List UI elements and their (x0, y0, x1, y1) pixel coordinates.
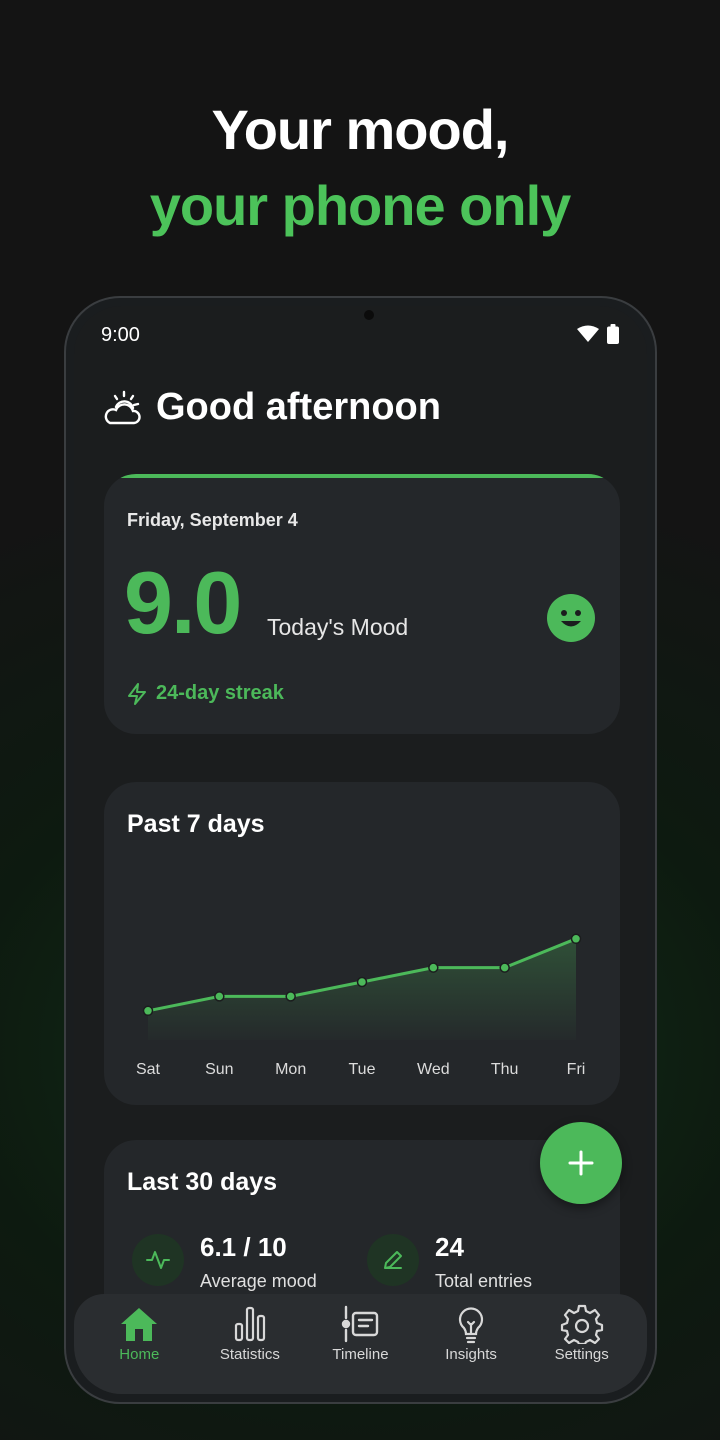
gear-icon (560, 1304, 603, 1344)
today-mood-card[interactable]: Friday, September 4 9.0 Today's Mood 24-… (104, 474, 620, 734)
partly-cloudy-icon (104, 390, 141, 424)
greeting: Good afternoon (102, 386, 441, 429)
activity-icon (132, 1234, 184, 1286)
nav-home-label: Home (119, 1346, 160, 1363)
chart-point-thu (499, 962, 510, 973)
average-mood-value: 6.1 / 10 (200, 1232, 287, 1262)
streak: 24-day streak (126, 682, 284, 705)
nav-timeline-label: Timeline (332, 1346, 389, 1363)
greeting-text: Good afternoon (156, 386, 441, 428)
plus-icon (568, 1150, 594, 1176)
chart-area-fill (148, 938, 576, 1040)
bottom-navigation: Home Statistics Timeline Insights Settin… (74, 1294, 647, 1394)
mood-value: 9.0 (124, 553, 242, 652)
x-tick-label-tue: Tue (349, 1061, 376, 1078)
x-tick-label-mon: Mon (275, 1061, 306, 1078)
total-entries-value: 24 (435, 1232, 464, 1262)
mood-label: Today's Mood (267, 614, 409, 640)
chart-point-fri (570, 933, 582, 945)
nav-settings-label: Settings (554, 1346, 609, 1363)
nav-statistics-label: Statistics (219, 1346, 280, 1363)
lightning-icon (128, 682, 146, 705)
add-entry-button[interactable] (540, 1122, 622, 1204)
chart-point-wed (428, 962, 439, 973)
total-entries-stat: 24 Total entries (367, 1230, 532, 1292)
timeline-icon (342, 1305, 379, 1343)
nav-home[interactable]: Home (89, 1304, 189, 1394)
average-mood-stat: 6.1 / 10 Average mood (132, 1230, 317, 1292)
x-tick-label-sun: Sun (205, 1061, 233, 1078)
wifi-icon (577, 325, 599, 342)
promo-headline: Your mood, your phone only (0, 92, 720, 244)
x-tick-label-fri: Fri (567, 1061, 586, 1078)
headline-line-2: your phone only (149, 174, 572, 237)
status-icons (577, 324, 619, 344)
nav-settings[interactable]: Settings (532, 1304, 632, 1394)
camera-cutout (364, 310, 374, 320)
bar-chart-icon (234, 1306, 265, 1342)
pencil-icon (367, 1234, 419, 1286)
headline-line-1: Your mood, (211, 98, 510, 161)
month-card-title: Last 30 days (127, 1168, 278, 1196)
status-time: 9:00 (101, 324, 140, 346)
lightbulb-icon (459, 1307, 484, 1344)
battery-icon (607, 324, 619, 344)
x-tick-label-wed: Wed (417, 1061, 450, 1078)
smiley-face-icon (547, 594, 595, 642)
streak-text: 24-day streak (156, 682, 284, 704)
phone-frame: 9:00 Good afternoon Friday, September 4 … (64, 296, 657, 1404)
nav-insights-label: Insights (445, 1346, 497, 1363)
chart-point-mon (285, 991, 296, 1002)
x-tick-label-thu: Thu (491, 1061, 519, 1078)
card-accent-line (104, 474, 620, 478)
past-7-days-card[interactable]: Past 7 days Sat Sun Mon Tue Wed Thu Fri (104, 782, 620, 1105)
chart-point-sat (142, 1005, 154, 1017)
nav-insights[interactable]: Insights (421, 1304, 521, 1394)
average-mood-label: Average mood (200, 1271, 317, 1291)
home-icon (121, 1308, 158, 1341)
chart-point-tue (356, 976, 368, 988)
chart-point-sun (214, 991, 225, 1002)
mood-line-chart: Sat Sun Mon Tue Wed Thu Fri (136, 933, 586, 1078)
total-entries-label: Total entries (435, 1271, 533, 1291)
x-tick-label-sat: Sat (136, 1061, 161, 1078)
nav-statistics[interactable]: Statistics (200, 1304, 300, 1394)
today-date: Friday, September 4 (127, 510, 298, 530)
phone-screen: 9:00 Good afternoon Friday, September 4 … (74, 306, 647, 1394)
nav-timeline[interactable]: Timeline (310, 1304, 410, 1394)
